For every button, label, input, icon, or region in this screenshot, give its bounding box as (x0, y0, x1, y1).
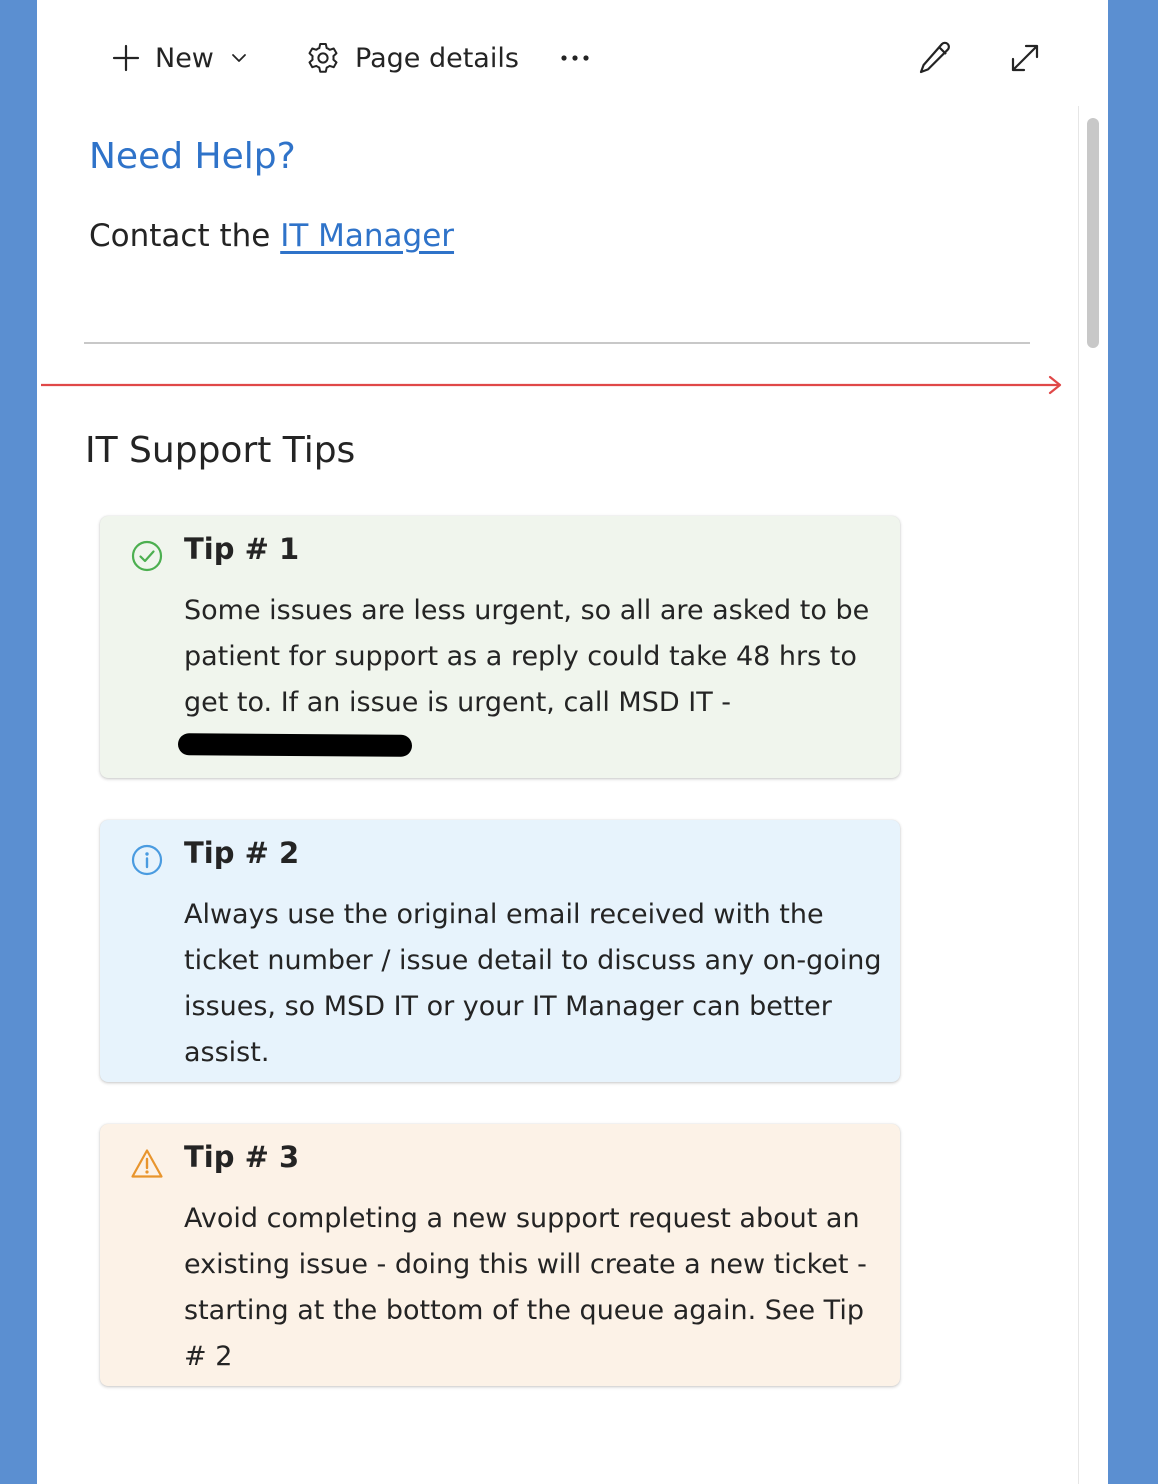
page-canvas: New Page details Need Help? Contact the … (37, 0, 1108, 1484)
chevron-down-icon (230, 49, 248, 67)
section-divider (84, 342, 1030, 344)
annotation-arrow-icon (41, 374, 1065, 402)
edit-button[interactable] (915, 36, 955, 80)
tip-card-1: Tip # 1 Some issues are less urgent, so … (100, 516, 900, 778)
tip-text: Avoid completing a new support request a… (184, 1203, 867, 1372)
page-details-label: Page details (355, 42, 519, 74)
more-options-button[interactable] (557, 36, 593, 80)
page-details-button[interactable]: Page details (305, 36, 519, 80)
tip-title: Tip # 2 (184, 836, 300, 870)
check-circle-icon (130, 539, 164, 577)
info-icon (130, 843, 164, 881)
tip-card-2: Tip # 2 Always use the original email re… (100, 820, 900, 1082)
redaction-mark (177, 733, 413, 757)
tip-title: Tip # 1 (184, 532, 300, 566)
tips-section-title: IT Support Tips (85, 430, 356, 471)
tip-card-3: Tip # 3 Avoid completing a new support r… (100, 1124, 900, 1386)
gear-icon (305, 40, 341, 76)
warning-icon (130, 1147, 164, 1185)
it-manager-link[interactable]: IT Manager (280, 218, 454, 254)
help-heading: Need Help? (89, 136, 296, 177)
ellipsis-icon (557, 48, 593, 68)
scrollbar[interactable] (1078, 106, 1108, 1484)
tip-text: Some issues are less urgent, so all are … (184, 595, 870, 718)
pencil-icon (915, 38, 955, 78)
tip-text: Always use the original email received w… (184, 899, 882, 1068)
plus-icon (111, 43, 141, 73)
expand-icon (1005, 38, 1045, 78)
contact-prefix: Contact the (89, 218, 281, 254)
tip-title: Tip # 3 (184, 1140, 300, 1174)
contact-line: Contact the IT Manager (89, 218, 454, 254)
scrollbar-thumb[interactable] (1087, 118, 1099, 348)
new-button[interactable]: New (111, 36, 248, 80)
new-button-label: New (155, 42, 214, 74)
expand-button[interactable] (1005, 36, 1045, 80)
